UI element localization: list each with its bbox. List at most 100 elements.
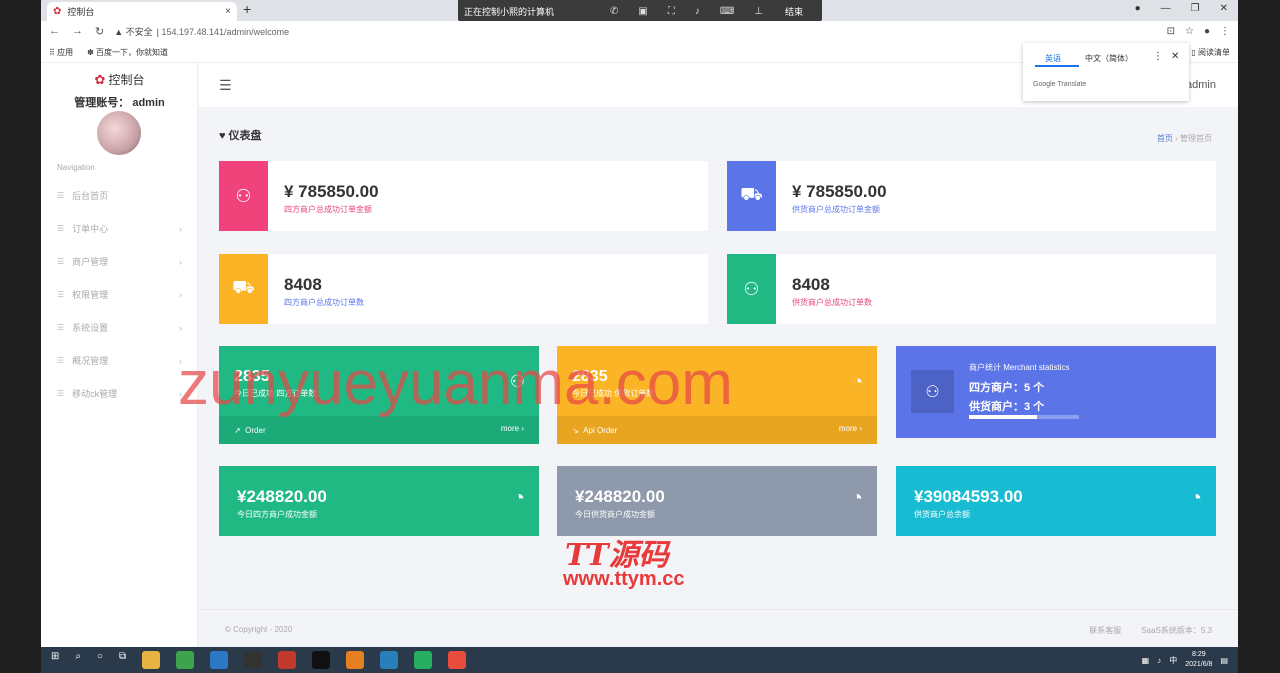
- list-icon: ☰: [57, 290, 65, 299]
- more-link[interactable]: more ›: [839, 424, 862, 433]
- star-icon[interactable]: ☆: [1185, 26, 1194, 37]
- stat-label: 四方商户总成功订单数: [284, 298, 364, 307]
- app-orange-icon[interactable]: [346, 651, 365, 669]
- restore-icon[interactable]: ❐: [1191, 3, 1200, 14]
- account-label: 管理账号： admin: [74, 97, 165, 109]
- breadcrumb-home[interactable]: 首页: [1157, 134, 1173, 143]
- heart-icon: ♥: [219, 130, 226, 142]
- file-explorer-icon[interactable]: [142, 651, 161, 669]
- chrome-icon[interactable]: [448, 651, 467, 669]
- trend-down-icon: ↘: [572, 426, 584, 435]
- sidebar-item-settings[interactable]: ☰ 系统设置 ›: [41, 311, 198, 344]
- screen-icon[interactable]: ▣: [638, 6, 647, 17]
- url-input[interactable]: 154.197.48.141/admin/welcome: [162, 27, 290, 37]
- bookmark-apps[interactable]: ⠿ 应用: [49, 47, 73, 58]
- cortana-icon[interactable]: ○: [97, 651, 103, 669]
- stat-value: 8408: [284, 275, 322, 294]
- apps-grid-icon: ⠿: [49, 47, 58, 57]
- cart-icon: ⛟: [727, 161, 776, 231]
- contact-link[interactable]: 联系客服: [1089, 625, 1121, 636]
- sidebar-item-home[interactable]: ☰ 后台首页: [41, 179, 198, 212]
- reading-list-button[interactable]: ▯ 阅读清单: [1191, 47, 1238, 58]
- translate-icon[interactable]: ⊡: [1167, 26, 1175, 37]
- translate-source-tab[interactable]: 英语: [1045, 53, 1061, 64]
- translate-target-tab[interactable]: 中文（简体）: [1085, 53, 1133, 64]
- stat-value: ¥ 785850.00: [284, 182, 379, 201]
- sidebar-menu: ☰ 后台首页 ☰ 订单中心 › ☰ 商户管理 › ☰ 权限管理 › ☰ 系统设置: [41, 179, 198, 410]
- profile-icon[interactable]: ●: [1204, 26, 1210, 37]
- stat-value: ¥ 785850.00: [792, 182, 887, 201]
- close-window-icon[interactable]: ✕: [1220, 3, 1228, 14]
- minimize-icon[interactable]: —: [1161, 3, 1171, 14]
- qq-icon[interactable]: [312, 651, 331, 669]
- pin-icon[interactable]: ⊥: [754, 6, 763, 17]
- browser-tab[interactable]: ✿ 控制台 ×: [47, 2, 237, 21]
- amount-label: 今日四方商户成功金额: [237, 510, 317, 519]
- order-card-quartet: 2835 今日已成功 四方订单数 ⚇ ↗ Order more ›: [219, 346, 539, 444]
- amount-label: 今日供货商户成功金额: [575, 510, 655, 519]
- order-card-supplier: 2835 今日已成功 供货订单数 ◔ ↘ Api Order more ›: [557, 346, 877, 444]
- notification-icon[interactable]: ▤: [1220, 656, 1228, 665]
- tab-title: 控制台: [67, 7, 95, 17]
- address-bar: ← → ↻ ▲ 不安全 | 154.197.48.141/admin/welco…: [41, 21, 1238, 42]
- sidebar-item-merchants[interactable]: ☰ 商户管理 ›: [41, 245, 198, 278]
- amount-card-quartet: ¥248820.00 今日四方商户成功金额 ◔: [219, 466, 539, 536]
- app-red-icon[interactable]: [278, 651, 297, 669]
- avatar[interactable]: [97, 111, 141, 155]
- user-name[interactable]: admin: [1186, 79, 1216, 91]
- pie-chart-icon: ◔: [1189, 487, 1202, 509]
- volume-icon[interactable]: ♪: [1157, 656, 1161, 665]
- sidebar-item-permissions[interactable]: ☰ 权限管理 ›: [41, 278, 198, 311]
- record-icon[interactable]: ●: [1135, 3, 1141, 14]
- sidebar-item-mobile-ck[interactable]: ☰ 移动ck管理 ›: [41, 377, 198, 410]
- pie-chart-icon: ◔: [512, 487, 525, 509]
- sidebar-item-overview[interactable]: ☰ 概况管理 ›: [41, 344, 198, 377]
- windows-start-icon[interactable]: ⊞: [51, 651, 59, 669]
- app-remote-icon[interactable]: [380, 651, 399, 669]
- merchant-quartet-count: 四方商户：5 个: [969, 382, 1045, 394]
- remote-control-bar: 正在控制小熙的计算机 ✆ ▣ ⛶ ♪ ⌨ ⊥ 结束: [458, 0, 822, 22]
- app-green-icon[interactable]: [176, 651, 195, 669]
- network-icon[interactable]: ▦: [1142, 656, 1150, 665]
- more-options-icon[interactable]: ⋮: [1153, 51, 1163, 62]
- amount-value: ¥248820.00: [575, 487, 665, 506]
- stat-card-quartet-amount: ⚇ ¥ 785850.00 四方商户总成功订单金额: [219, 161, 708, 231]
- sidebar-item-orders[interactable]: ☰ 订单中心 ›: [41, 212, 198, 245]
- chevron-right-icon: ›: [179, 355, 182, 366]
- keyboard-icon[interactable]: ⌨: [720, 6, 734, 17]
- amount-value: ¥39084593.00: [914, 487, 1023, 506]
- tab-close-icon[interactable]: ×: [225, 6, 231, 17]
- chevron-right-icon: ›: [179, 388, 182, 399]
- list-icon: ☰: [57, 224, 65, 233]
- ime-indicator[interactable]: 中: [1169, 655, 1177, 666]
- reload-icon[interactable]: ↻: [95, 25, 104, 38]
- task-view-icon[interactable]: ⧉: [119, 651, 126, 669]
- more-link[interactable]: more ›: [501, 424, 524, 433]
- system-tray: ▦ ♪ 中 8:29 2021/6/8 ▤: [1142, 650, 1238, 670]
- insecure-label[interactable]: 不安全: [126, 25, 153, 38]
- close-icon[interactable]: ✕: [1171, 51, 1179, 62]
- phone-icon[interactable]: ✆: [610, 6, 618, 17]
- hamburger-icon[interactable]: ☰: [219, 77, 232, 94]
- back-icon[interactable]: ←: [49, 25, 60, 38]
- app-blue-icon[interactable]: [210, 651, 229, 669]
- forward-icon[interactable]: →: [72, 25, 83, 38]
- end-session-button[interactable]: 结束: [785, 5, 803, 18]
- clock[interactable]: 8:29 2021/6/8: [1185, 650, 1212, 670]
- bookmark-baidu[interactable]: ✽ 百度一下，你就知道: [87, 47, 168, 58]
- stat-value: 8408: [792, 275, 830, 294]
- volume-icon[interactable]: ♪: [695, 6, 700, 17]
- terminal-icon[interactable]: [244, 651, 263, 669]
- media-player-icon[interactable]: [414, 651, 433, 669]
- search-icon[interactable]: ⌕: [75, 651, 81, 669]
- list-icon: ☰: [57, 323, 65, 332]
- merchant-title: 商户统计 Merchant statistics: [969, 363, 1070, 372]
- menu-dots-icon[interactable]: ⋮: [1220, 26, 1230, 37]
- fullscreen-icon[interactable]: ⛶: [668, 6, 675, 17]
- brand: ✿ 控制台: [94, 72, 145, 87]
- stat-card-supplier-amount: ⛟ ¥ 785850.00 供货商户总成功订单金额: [727, 161, 1216, 231]
- new-tab-button[interactable]: +: [243, 1, 251, 17]
- list-icon: ☰: [57, 257, 65, 266]
- pie-chart-icon: ◔: [850, 487, 863, 509]
- merchant-progress: [969, 415, 1079, 419]
